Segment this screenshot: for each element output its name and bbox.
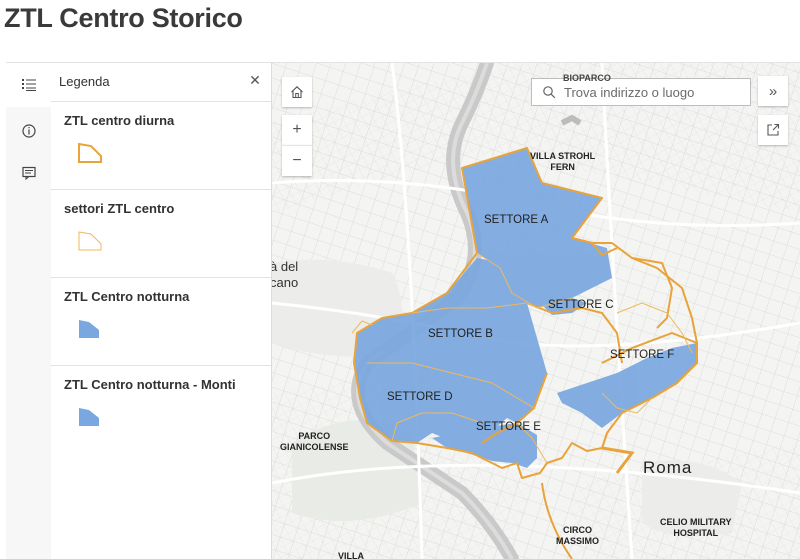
legend-action-button[interactable]: [6, 63, 51, 107]
outline-polygon-swatch: [78, 142, 102, 163]
legend-item-label: ZTL centro diurna: [64, 113, 175, 128]
zoom-in-button[interactable]: +: [282, 115, 312, 145]
legend-item-label: settori ZTL centro: [64, 201, 175, 216]
sector-label-c: SETTORE C: [548, 299, 614, 311]
legend-panel-header: Legenda ✕: [51, 63, 271, 102]
share-icon: [767, 123, 780, 136]
about-action-button[interactable]: [6, 109, 51, 153]
map-label-celio-military-hospital: CELIO MILITARY HOSPITAL: [660, 517, 732, 539]
legend-list-icon: [21, 79, 36, 91]
map-label-parco-gianicolense: PARCO GIANICOLENSE: [280, 431, 349, 453]
outline-polygon-swatch: [78, 231, 102, 251]
label-line: FERN: [550, 162, 575, 172]
legend-item: ZTL centro diurna: [51, 102, 271, 190]
label-line: GIANICOLENSE: [280, 442, 349, 452]
expand-button[interactable]: »: [758, 76, 788, 106]
sector-label-f: SETTORE F: [610, 349, 675, 361]
map-label-circo-massimo: CIRCO MASSIMO: [556, 525, 599, 547]
zoom-out-button[interactable]: −: [282, 145, 312, 176]
search-icon: [543, 86, 556, 99]
close-icon[interactable]: ✕: [247, 72, 263, 89]
label-line: à del: [272, 259, 299, 274]
legend-panel: Legenda ✕ ZTL centro diurna settori ZTL …: [51, 63, 272, 559]
details-action-button[interactable]: [6, 151, 51, 195]
legend-item-label: ZTL Centro notturna - Monti: [64, 377, 236, 392]
map-app: Legenda ✕ ZTL centro diurna settori ZTL …: [6, 62, 800, 559]
label-line: HOSPITAL: [673, 528, 719, 538]
home-button[interactable]: [282, 77, 312, 107]
legend-panel-title: Legenda: [59, 74, 110, 89]
label-line: MASSIMO: [556, 536, 600, 546]
legend-item-label: ZTL Centro notturna: [64, 289, 190, 304]
details-icon: [21, 166, 36, 180]
label-line: VILLA STROHL: [530, 151, 596, 161]
search-input[interactable]: [564, 84, 739, 100]
sector-label-a: SETTORE A: [484, 214, 549, 226]
label-line: CIRCO: [563, 525, 592, 535]
filled-polygon-swatch: [79, 408, 99, 426]
sector-label-d: SETTORE D: [387, 391, 453, 403]
filled-polygon-swatch: [79, 320, 99, 338]
map-label-villa-strohl-fern: VILLA STROHL FERN: [530, 151, 595, 173]
label-line: CELIO MILITARY: [660, 517, 732, 527]
label-line: PARCO: [298, 431, 331, 441]
map-label-vaticano: à del cano: [272, 259, 298, 291]
legend-item: settori ZTL centro: [51, 190, 271, 278]
map-label-roma: Roma: [643, 458, 693, 477]
legend-item: ZTL Centro notturna: [51, 278, 271, 366]
map-view[interactable]: + − » BIOPARCO VILLA STROHL FERN SETTORE…: [272, 63, 800, 559]
legend-item: ZTL Centro notturna - Monti: [51, 366, 271, 453]
share-button[interactable]: [758, 115, 788, 145]
action-bar: [6, 63, 52, 559]
info-icon: [21, 124, 36, 138]
map-label-bioparco: BIOPARCO: [563, 73, 611, 83]
basemap: [272, 63, 800, 559]
label-line: cano: [272, 275, 299, 290]
sector-label-e: SETTORE E: [476, 421, 541, 433]
page-title: ZTL Centro Storico: [4, 3, 243, 33]
sector-label-b: SETTORE B: [428, 328, 493, 340]
home-icon: [291, 86, 303, 99]
